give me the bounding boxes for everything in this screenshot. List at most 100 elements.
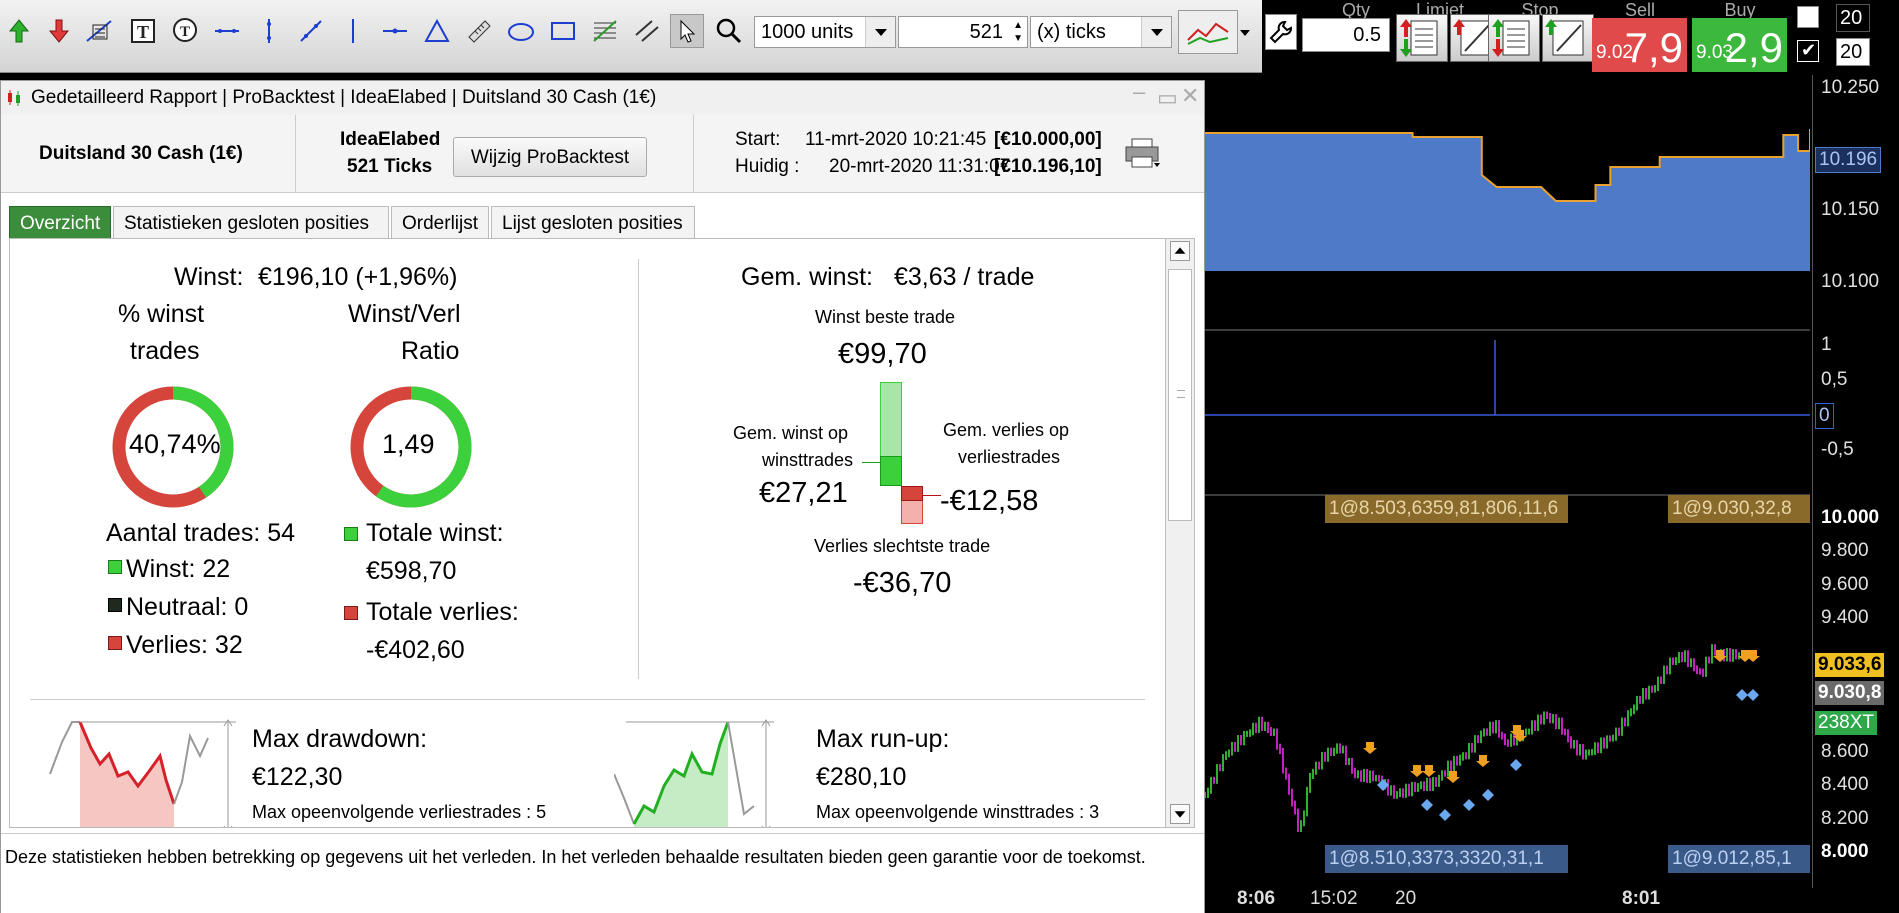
number-box-1[interactable]: 20 bbox=[1836, 4, 1870, 32]
stop-buy-button[interactable] bbox=[1488, 14, 1540, 62]
tab-closed-positions-list[interactable]: Lijst gesloten posities bbox=[491, 206, 695, 239]
order-tag-bottom-2[interactable]: 1@9.012,85,1 bbox=[1668, 845, 1810, 873]
scroll-thumb[interactable] bbox=[1168, 269, 1192, 521]
indicator-current-tag: 0 bbox=[1815, 403, 1834, 429]
drawdown-value: €122,30 bbox=[252, 763, 343, 791]
print-icon[interactable] bbox=[1124, 137, 1162, 169]
runup-streak: Max opeenvolgende winsttrades : 3 bbox=[816, 802, 1100, 822]
order-tag-top-2[interactable]: 1@9.030,32,8 bbox=[1668, 495, 1810, 523]
scroll-down-icon[interactable] bbox=[1170, 804, 1190, 824]
cursor-icon[interactable] bbox=[670, 14, 704, 48]
window-titlebar[interactable]: Gedetailleerd Rapport | ProBacktest | Id… bbox=[1, 79, 1204, 115]
vertical-segment-icon[interactable] bbox=[252, 14, 286, 48]
ruler-icon[interactable] bbox=[462, 14, 496, 48]
sell-arrow-marker bbox=[1476, 755, 1490, 767]
stepper-icon[interactable]: ▲ ▼ bbox=[1013, 19, 1023, 45]
price-axis[interactable]: 10.250 10.196 10.150 10.100 1 0,5 0 -0,5… bbox=[1812, 75, 1899, 888]
text-icon[interactable]: T bbox=[126, 14, 160, 48]
tick-count: 521 Ticks bbox=[347, 156, 433, 177]
zoom-icon[interactable] bbox=[712, 14, 746, 48]
close-icon[interactable]: ✕ bbox=[1181, 83, 1199, 109]
sell-button[interactable]: 9.02 7,9 bbox=[1592, 18, 1687, 72]
bid-price-tag: 9.030,8 bbox=[1815, 681, 1885, 705]
tab-closed-position-stats[interactable]: Statistieken gesloten posities bbox=[113, 206, 389, 239]
number-box-2[interactable]: 20 bbox=[1836, 38, 1870, 66]
price-axis-label: 9.600 bbox=[1821, 574, 1869, 595]
trade-count: Aantal trades: 54 bbox=[106, 519, 296, 547]
avg-loss-label-1: Gem. verlies op bbox=[943, 420, 1070, 440]
best-trade-label: Winst beste trade bbox=[815, 307, 956, 327]
window-title: Gedetailleerd Rapport | ProBacktest | Id… bbox=[31, 87, 657, 108]
overview-panel: Winst: €196,10 (+1,96%) % winst trades 4… bbox=[9, 238, 1167, 828]
vertical-line-icon[interactable] bbox=[336, 14, 370, 48]
time-label: 8:06 bbox=[1237, 888, 1276, 909]
win-pct-label-1: % winst bbox=[118, 300, 205, 328]
avg-win-label-2: winsttrades bbox=[762, 450, 854, 470]
arrow-up-green-icon[interactable] bbox=[2, 14, 36, 48]
callout-icon[interactable]: T bbox=[168, 14, 202, 48]
drawdown-pre-line bbox=[49, 721, 80, 775]
tab-overview[interactable]: Overzicht bbox=[9, 206, 111, 239]
parallel-lines-icon[interactable] bbox=[630, 14, 664, 48]
units-select[interactable]: 1000 units bbox=[754, 16, 896, 48]
order-tag-top-1[interactable]: 1@8.503,6359,81,806,11,6 bbox=[1325, 495, 1568, 523]
vertical-scrollbar[interactable] bbox=[1165, 238, 1195, 828]
indicators-dropdown-icon[interactable] bbox=[1240, 30, 1250, 36]
neutral-count: Neutraal: 0 bbox=[126, 593, 249, 621]
option-checkbox-1[interactable] bbox=[1797, 6, 1819, 28]
wrench-icon[interactable] bbox=[1265, 14, 1297, 50]
price-axis-label: 10.000 bbox=[1821, 507, 1880, 528]
arrow-down-red-icon[interactable] bbox=[42, 14, 76, 48]
drawing-toolbar: T T 1000 units 521 ▲ ▼ (x) ticks Qty 0.5… bbox=[0, 0, 1899, 73]
win-square-icon bbox=[108, 560, 122, 574]
tab-order-list[interactable]: Orderlijst bbox=[391, 206, 489, 239]
runup-chart bbox=[613, 714, 810, 827]
scroll-up-icon[interactable] bbox=[1170, 241, 1190, 261]
avg-profit-value: €3,63 / trade bbox=[894, 263, 1035, 291]
ellipse-icon[interactable] bbox=[504, 14, 538, 48]
profit-value: €196,10 (+1,96%) bbox=[258, 263, 458, 291]
horizontal-line-icon[interactable] bbox=[210, 14, 244, 48]
edit-probacktest-button[interactable]: Wijzig ProBacktest bbox=[453, 137, 647, 177]
backtest-info-bar: Duitsland 30 Cash (1€) IdeaElabed 521 Ti… bbox=[1, 115, 1204, 193]
limit-buy-button[interactable] bbox=[1396, 14, 1448, 62]
rectangle-icon[interactable] bbox=[546, 14, 580, 48]
trend-icon[interactable] bbox=[82, 14, 116, 48]
indicators-icon[interactable] bbox=[1178, 10, 1238, 54]
price-axis-label: 8.200 bbox=[1821, 808, 1869, 829]
minimize-icon[interactable]: – bbox=[1133, 79, 1145, 105]
maximize-icon[interactable]: ▭ bbox=[1157, 85, 1178, 111]
time-label: 20 bbox=[1395, 888, 1417, 909]
disclaimer-text: Deze statistieken hebben betrekking op g… bbox=[1, 833, 1204, 913]
fibonacci-icon[interactable] bbox=[588, 14, 622, 48]
ticks-select[interactable]: (x) ticks bbox=[1030, 16, 1172, 48]
indicator-axis-label: -0,5 bbox=[1821, 439, 1854, 460]
avg-win-label-1: Gem. winst op bbox=[733, 423, 849, 443]
avg-win-bar bbox=[880, 456, 902, 486]
stop-sell-button[interactable] bbox=[1542, 14, 1594, 62]
runup-post-line bbox=[727, 721, 755, 816]
loss-count: Verlies: 32 bbox=[126, 631, 243, 659]
price-axis-label: 9.800 bbox=[1821, 540, 1869, 561]
ratio-label-1: Winst/Verl bbox=[348, 300, 461, 328]
horizontal-ray-icon[interactable] bbox=[378, 14, 412, 48]
buy-button[interactable]: 9.03 2,9 bbox=[1692, 18, 1787, 72]
option-checkbox-2[interactable]: ✔ bbox=[1797, 40, 1819, 62]
qty-input[interactable]: 0.5 bbox=[1302, 18, 1390, 52]
buy-marker bbox=[1482, 789, 1494, 801]
column-divider bbox=[638, 259, 639, 679]
price-chart[interactable]: 1@8.503,6359,81,806,11,6 1@9.030,32,8 1@… bbox=[1204, 75, 1811, 888]
worst-trade-value: -€36,70 bbox=[853, 567, 952, 599]
diagonal-line-icon[interactable] bbox=[294, 14, 328, 48]
total-loss-square-icon bbox=[344, 606, 358, 620]
sell-arrow-marker bbox=[1410, 765, 1424, 777]
time-label: 15:02 bbox=[1310, 888, 1358, 909]
avg-win-value: €27,21 bbox=[759, 477, 848, 509]
indicator-axis-label: 1 bbox=[1821, 334, 1832, 355]
triangle-icon[interactable] bbox=[420, 14, 454, 48]
sell-arrow-marker bbox=[1363, 742, 1377, 754]
time-axis[interactable]: 8:06 15:02 20 8:01 bbox=[1205, 888, 1810, 913]
ticks-input[interactable]: 521 ▲ ▼ bbox=[898, 16, 1028, 48]
order-tag-bottom-1[interactable]: 1@8.510,3373,3320,31,1 bbox=[1325, 845, 1568, 873]
equity-curve-area bbox=[1205, 129, 1810, 271]
